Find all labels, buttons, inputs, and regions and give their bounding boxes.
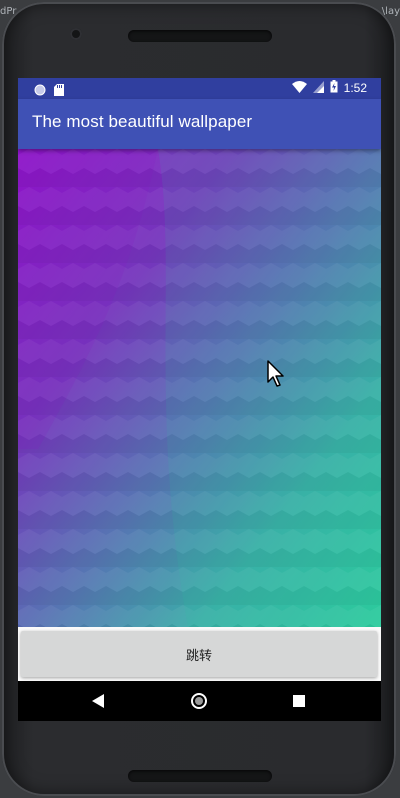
status-bar: 1:52	[18, 78, 381, 99]
jump-button[interactable]: 跳转	[21, 631, 377, 677]
battery-charging-icon	[330, 80, 338, 96]
mouse-pointer-icon	[267, 360, 287, 392]
bottom-speaker-grille	[128, 770, 272, 782]
circle-notification-icon	[34, 81, 46, 100]
recents-icon[interactable]	[289, 691, 309, 711]
home-icon[interactable]	[189, 691, 209, 711]
wifi-icon	[291, 80, 307, 96]
app-toolbar: The most beautiful wallpaper	[18, 99, 381, 149]
device-screen: 1:52 The most beautiful wallpaper 跳转	[18, 78, 381, 721]
signal-icon	[312, 80, 324, 96]
sd-card-icon	[54, 81, 64, 100]
button-container: 跳转	[18, 627, 381, 681]
front-camera-icon	[70, 28, 82, 40]
app-title: The most beautiful wallpaper	[32, 112, 253, 131]
navigation-bar	[18, 681, 381, 721]
top-speaker-grille	[128, 30, 272, 42]
wallpaper-image	[18, 149, 381, 627]
back-icon[interactable]	[88, 691, 108, 711]
status-time: 1:52	[343, 81, 367, 95]
